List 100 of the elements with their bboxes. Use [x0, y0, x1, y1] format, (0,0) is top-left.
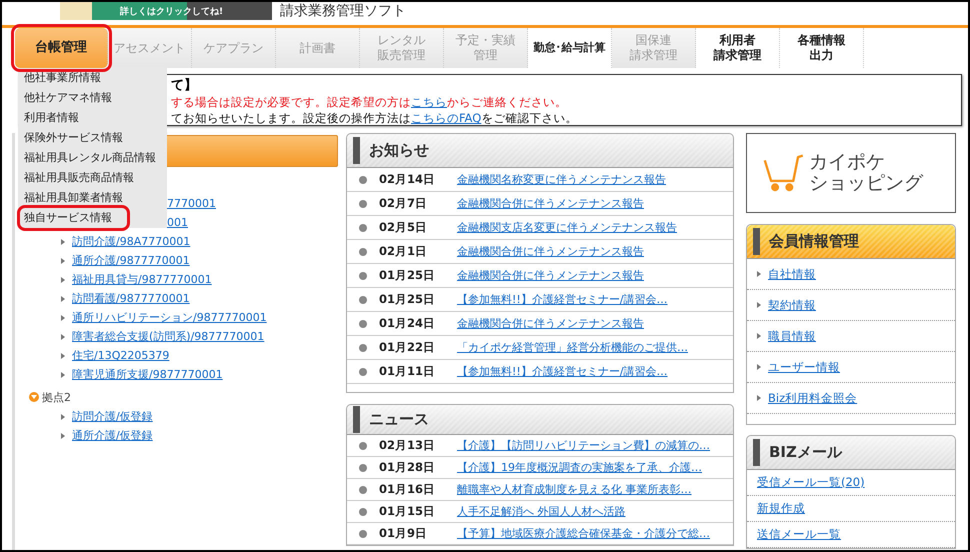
cart-icon — [763, 154, 803, 192]
tree-link[interactable]: 通所リハビリテーション/9877770001 — [72, 310, 267, 325]
bullet-icon — [359, 248, 367, 256]
bullet-icon — [359, 176, 367, 184]
news-link[interactable]: 【参加無料!!】介護経営セミナー/講習会… — [457, 292, 668, 307]
bullet-icon — [359, 344, 367, 352]
news-link[interactable]: 「カイポケ経営管理」経営分析機能のご提供… — [457, 340, 688, 355]
bullet-icon — [359, 486, 367, 494]
news-link[interactable]: 【介護】19年度概況調査の実施案を了承、介護… — [457, 460, 702, 475]
bullet-icon — [359, 508, 367, 516]
tree-link[interactable]: 障害者総合支援(訪問系)/9877770001 — [72, 329, 264, 344]
news-date: 01月25日 — [379, 268, 436, 283]
news-link[interactable]: 人手不足解消へ 外国人人材へ活路 — [457, 504, 626, 519]
arrow-icon — [61, 414, 65, 420]
marker-icon — [353, 137, 360, 164]
menu-item[interactable]: 利用者情報 — [18, 108, 167, 128]
panel-title: ニュース — [369, 410, 429, 429]
bullet-icon — [359, 530, 367, 538]
panel-link[interactable]: 契約情報 — [768, 298, 816, 312]
notice-text: てお知らせいたします。設定後の操作方法は こちらのFAQをご確認下さい。 — [171, 110, 578, 126]
ad-banner[interactable]: 詳しくはクリックしてね! — [60, 2, 272, 20]
menu-item[interactable]: 保険外サービス情報 — [18, 128, 167, 148]
news-date: 02月1日 — [379, 244, 428, 259]
marker-icon — [753, 439, 760, 466]
menu-item[interactable]: 独自サービス情報 — [20, 208, 127, 228]
news-date: 02月13日 — [379, 438, 436, 453]
tree-group-label: 拠点2 — [42, 390, 71, 404]
news-date: 02月7日 — [379, 196, 428, 211]
bullet-icon — [359, 272, 367, 280]
notice-text: する場合は設定が必要です。設定希望の方は こちら からご連絡ください。 — [171, 94, 567, 110]
news-date: 02月5日 — [379, 220, 428, 235]
menu-item[interactable]: 福祉用具卸業者情報 — [18, 188, 167, 208]
bullet-icon — [359, 368, 367, 376]
tree-link[interactable]: 訪問介護/仮登録 — [72, 409, 153, 424]
tree-link[interactable]: 通所介護/仮登録 — [72, 428, 153, 443]
bullet-icon — [359, 464, 367, 472]
news-date: 01月22日 — [379, 340, 436, 355]
link[interactable]: こちら — [411, 95, 447, 109]
arrow-icon — [61, 296, 65, 302]
news-link[interactable]: 金融機関支店名変更に伴うメンテナンス報告 — [457, 220, 677, 235]
link[interactable]: こちらのFAQ — [411, 111, 482, 125]
arrow-icon — [757, 302, 761, 308]
arrow-icon — [61, 372, 65, 378]
arrow-icon — [757, 271, 761, 277]
expand-icon[interactable] — [29, 392, 39, 402]
panel-link[interactable]: 新規作成 — [757, 501, 805, 516]
menu-item[interactable]: 他社ケアマネ情報 — [18, 88, 167, 108]
arrow-icon — [61, 334, 65, 340]
panel-link[interactable]: 自社情報 — [768, 266, 816, 282]
news-date: 02月14日 — [379, 172, 436, 187]
panel-title: BIZメール — [769, 443, 842, 462]
arrow-icon — [61, 432, 65, 438]
panel-title: お知らせ — [369, 141, 429, 160]
arrow-icon — [61, 258, 65, 264]
panel-link[interactable]: ユーザー情報 — [768, 360, 840, 374]
arrow-icon — [757, 333, 761, 339]
news-link[interactable]: 金融機関合併に伴うメンテナンス報告 — [457, 268, 644, 283]
news-link[interactable]: 金融機関名称変更に伴うメンテナンス報告 — [457, 172, 666, 187]
news-date: 01月16日 — [379, 482, 436, 497]
bullet-icon — [359, 296, 367, 304]
bullet-icon — [359, 224, 367, 232]
menu-item[interactable]: 福祉用具販売商品情報 — [18, 168, 167, 188]
news-link[interactable]: 金融機関合併に伴うメンテナンス報告 — [457, 196, 644, 211]
bullet-icon — [359, 200, 367, 208]
arrow-icon — [61, 314, 65, 320]
panel-title: 会員情報管理 — [769, 232, 859, 251]
shop-banner[interactable]: カイポケ ショッピング — [746, 133, 956, 213]
tree-link[interactable]: 訪問看護/9877770001 — [72, 291, 190, 306]
tree-link[interactable]: 001 — [167, 216, 188, 229]
news-link[interactable]: 離職率や人材育成制度を見える化 事業所表彰… — [457, 482, 692, 497]
marker-icon — [753, 228, 760, 255]
news-date: 01月24日 — [379, 316, 436, 331]
news-link[interactable]: 金融機関合併に伴うメンテナンス報告 — [457, 316, 644, 331]
bullet-icon — [359, 320, 367, 328]
tree-link[interactable]: 福祉用具貸与/9877770001 — [72, 272, 212, 287]
news-date: 01月25日 — [379, 292, 436, 307]
arrow-icon — [757, 395, 761, 401]
tree-link[interactable]: 訪問介護/98A7770001 — [72, 234, 190, 249]
news-date: 01月15日 — [379, 504, 436, 519]
tree-link[interactable]: 障害児通所支援/9877770001 — [72, 367, 223, 382]
panel-link[interactable]: 職員情報 — [768, 328, 816, 344]
tree-link[interactable]: 通所介護/9877770001 — [72, 253, 190, 268]
notice-title: て】 — [171, 78, 197, 94]
menu-item[interactable]: 福祉用具レンタル商品情報 — [18, 148, 167, 168]
news-link[interactable]: 【予算】地域医療介護総合確保基金・介護分で総… — [457, 526, 710, 541]
news-link[interactable]: 金融機関合併に伴うメンテナンス報告 — [457, 244, 644, 259]
news-link[interactable]: 【介護】【訪問リハビリテーション費】の減算の… — [457, 438, 710, 453]
banner-text: 詳しくはクリックしてね! — [120, 5, 224, 18]
news-date: 01月11日 — [379, 364, 436, 379]
panel-link[interactable]: 受信メール一覧(20) — [757, 475, 865, 490]
news-link[interactable]: 【参加無料!!】介護経営セミナー/講習会… — [457, 364, 668, 379]
menu-item[interactable]: 他社事業所情報 — [18, 68, 167, 88]
tree-link[interactable]: 7770001 — [167, 197, 216, 210]
shop-title: カイポケ ショッピング — [809, 152, 923, 194]
arrow-icon — [757, 364, 761, 370]
panel-link[interactable]: Biz利用料金照会 — [768, 390, 858, 406]
tree-link[interactable]: 住宅/13Q2205379 — [72, 348, 170, 363]
arrow-icon — [61, 276, 65, 282]
news-date: 01月9日 — [379, 526, 428, 541]
panel-link[interactable]: 送信メール一覧 — [757, 527, 841, 542]
